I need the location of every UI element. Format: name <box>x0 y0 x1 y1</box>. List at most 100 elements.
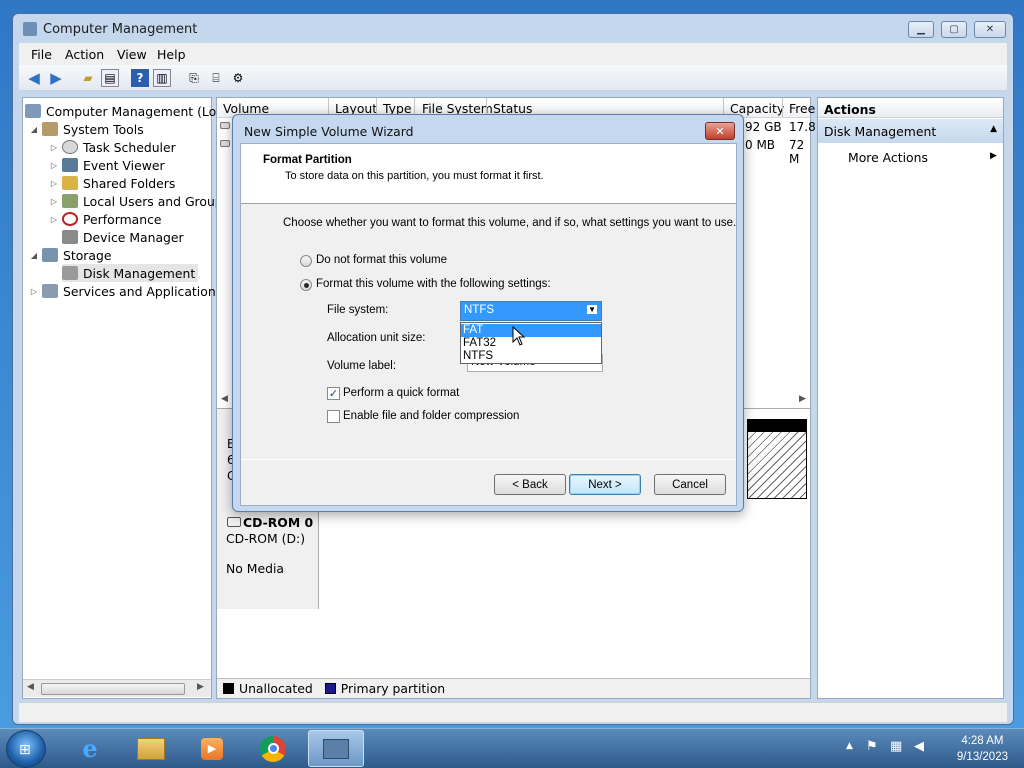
clock[interactable]: 4:28 AM 9/13/2023 <box>957 733 1008 765</box>
expand-arrow-icon[interactable]: ▷ <box>49 197 59 206</box>
taskbar-computer-management[interactable] <box>308 730 364 767</box>
tree-item-device-manager[interactable]: Device Manager <box>62 228 184 246</box>
cdrom-header: CD-ROM 0 CD-ROM (D:) No Media <box>217 509 319 609</box>
col-free[interactable]: Free <box>789 101 815 116</box>
actions-disk-management[interactable]: Disk Management ▲ <box>818 119 1003 143</box>
up-folder-icon[interactable]: ▰ <box>79 69 97 87</box>
services-icon <box>42 284 58 298</box>
tree-item-services-applications[interactable]: ▷ Services and Applications <box>29 282 222 300</box>
minimize-button[interactable]: ▁ <box>908 21 934 38</box>
scroll-thumb[interactable] <box>41 683 185 695</box>
expand-arrow-icon[interactable]: ▷ <box>49 215 59 224</box>
file-system-select[interactable]: NTFS ▼ <box>460 301 602 321</box>
taskbar-media-player[interactable]: ▶ <box>184 730 240 767</box>
volume-free: 17.8 <box>789 120 816 134</box>
cancel-button[interactable]: Cancel <box>654 474 726 495</box>
expand-arrow-icon[interactable]: ▷ <box>49 161 59 170</box>
allocation-size-label: Allocation unit size: <box>327 332 426 344</box>
tree-item-disk-management[interactable]: Disk Management <box>62 264 199 282</box>
radio-do-not-format-label[interactable]: Do not format this volume <box>316 254 447 266</box>
action-pane-icon[interactable]: ▥ <box>153 69 171 87</box>
disk-properties-icon[interactable]: ⎘ <box>185 69 203 87</box>
mouse-cursor-icon <box>512 326 526 346</box>
expand-arrow-icon[interactable]: ▷ <box>29 287 39 296</box>
quick-format-checkbox[interactable]: ✓ <box>327 387 340 400</box>
radio-format-label[interactable]: Format this volume with the following se… <box>316 278 551 290</box>
collapse-arrow-icon[interactable]: ◢ <box>29 251 39 260</box>
tree-item-shared-folders[interactable]: ▷ Shared Folders <box>49 174 175 192</box>
event-viewer-icon <box>62 158 78 172</box>
taskbar-explorer[interactable] <box>123 730 179 767</box>
compression-checkbox[interactable] <box>327 410 340 423</box>
legend-unallocated: Unallocated <box>239 681 313 696</box>
actions-header: Actions <box>818 98 1003 118</box>
expand-arrow-icon[interactable]: ▷ <box>49 143 59 152</box>
volume-muted-icon[interactable]: ◀ <box>914 739 924 754</box>
menu-file[interactable]: File <box>31 47 52 62</box>
tree-item-task-scheduler[interactable]: ▷ Task Scheduler <box>49 138 176 156</box>
quick-format-label[interactable]: Perform a quick format <box>343 387 459 399</box>
scroll-right-icon[interactable]: ▶ <box>197 682 204 692</box>
file-system-options: FAT FAT32 NTFS <box>460 322 602 364</box>
window-title: Computer Management <box>43 22 198 37</box>
volume-free: 72 M <box>789 138 805 166</box>
rescan-icon[interactable]: ⌸ <box>207 69 225 87</box>
taskbar-internet-explorer[interactable]: e <box>62 730 118 767</box>
collapse-up-icon[interactable]: ▲ <box>990 124 997 134</box>
primary-swatch <box>324 683 336 694</box>
next-button[interactable]: Next > <box>569 474 641 495</box>
tree-item-performance[interactable]: ▷ Performance <box>49 210 162 228</box>
scroll-left-icon[interactable]: ◀ <box>27 682 34 692</box>
show-tree-icon[interactable]: ▤ <box>101 69 119 87</box>
tree-item-storage[interactable]: ◢ Storage <box>29 246 112 264</box>
tree-item-computer-management[interactable]: Computer Management (Local <box>25 102 234 120</box>
help-icon[interactable]: ? <box>131 69 149 87</box>
radio-format[interactable] <box>300 279 312 291</box>
clock-date: 9/13/2023 <box>956 751 1008 763</box>
more-actions-item[interactable]: More Actions <box>848 150 928 165</box>
action-center-icon[interactable]: ⚑ <box>866 739 878 754</box>
show-hidden-icons[interactable]: ▲ <box>846 741 853 751</box>
radio-do-not-format[interactable] <box>300 255 312 267</box>
maximize-button[interactable]: ▢ <box>941 21 967 38</box>
media-player-icon: ▶ <box>201 737 223 760</box>
start-button[interactable]: ⊞ <box>6 730 46 768</box>
cdrom-name: CD-ROM 0 <box>243 515 314 530</box>
option-fat32[interactable]: FAT32 <box>461 337 601 350</box>
menu-help[interactable]: Help <box>157 47 186 62</box>
volume-icon <box>220 140 230 147</box>
taskbar: ⊞ e ▶ ▲ ⚑ ▦ ◀ 4:28 AM 9/13/2023 <box>0 728 1024 768</box>
windows-logo-icon: ⊞ <box>19 742 31 758</box>
legend-primary: Primary partition <box>340 681 446 696</box>
tree-item-event-viewer[interactable]: ▷ Event Viewer <box>49 156 165 174</box>
menu-view[interactable]: View <box>117 47 147 62</box>
scroll-left-icon[interactable]: ◀ <box>221 394 228 404</box>
collapse-arrow-icon[interactable]: ◢ <box>29 125 39 134</box>
forward-arrow-icon[interactable]: ▶ <box>47 69 65 87</box>
option-fat[interactable]: FAT <box>461 324 601 337</box>
scroll-right-icon[interactable]: ▶ <box>799 394 806 404</box>
legend: Unallocated Primary partition <box>217 678 810 698</box>
settings-icon[interactable]: ⚙ <box>229 69 247 87</box>
clock-time: 4:28 AM <box>961 735 1004 747</box>
expand-arrow-icon[interactable]: ▷ <box>49 179 59 188</box>
close-button[interactable]: ✕ <box>974 21 1006 38</box>
chevron-down-icon[interactable]: ▼ <box>587 305 597 314</box>
tree-item-local-users[interactable]: ▷ Local Users and Groups <box>49 192 229 210</box>
compression-label[interactable]: Enable file and folder compression <box>343 410 519 422</box>
cdrom-status: No Media <box>226 561 285 576</box>
tools-icon <box>42 122 58 136</box>
tree-horizontal-scrollbar[interactable]: ◀ ▶ <box>23 679 211 697</box>
back-arrow-icon[interactable]: ◀ <box>25 69 43 87</box>
storage-icon <box>42 248 58 262</box>
back-button[interactable]: < Back <box>494 474 566 495</box>
taskbar-chrome[interactable] <box>245 730 301 767</box>
internet-explorer-icon: e <box>82 734 98 763</box>
computer-management-icon <box>23 22 37 36</box>
network-icon[interactable]: ▦ <box>890 739 902 754</box>
option-ntfs[interactable]: NTFS <box>461 350 601 363</box>
wizard-close-button[interactable]: ✕ <box>705 122 735 140</box>
menu-action[interactable]: Action <box>65 47 104 62</box>
tree-item-system-tools[interactable]: ◢ System Tools <box>29 120 144 138</box>
unallocated-region[interactable] <box>747 431 807 499</box>
